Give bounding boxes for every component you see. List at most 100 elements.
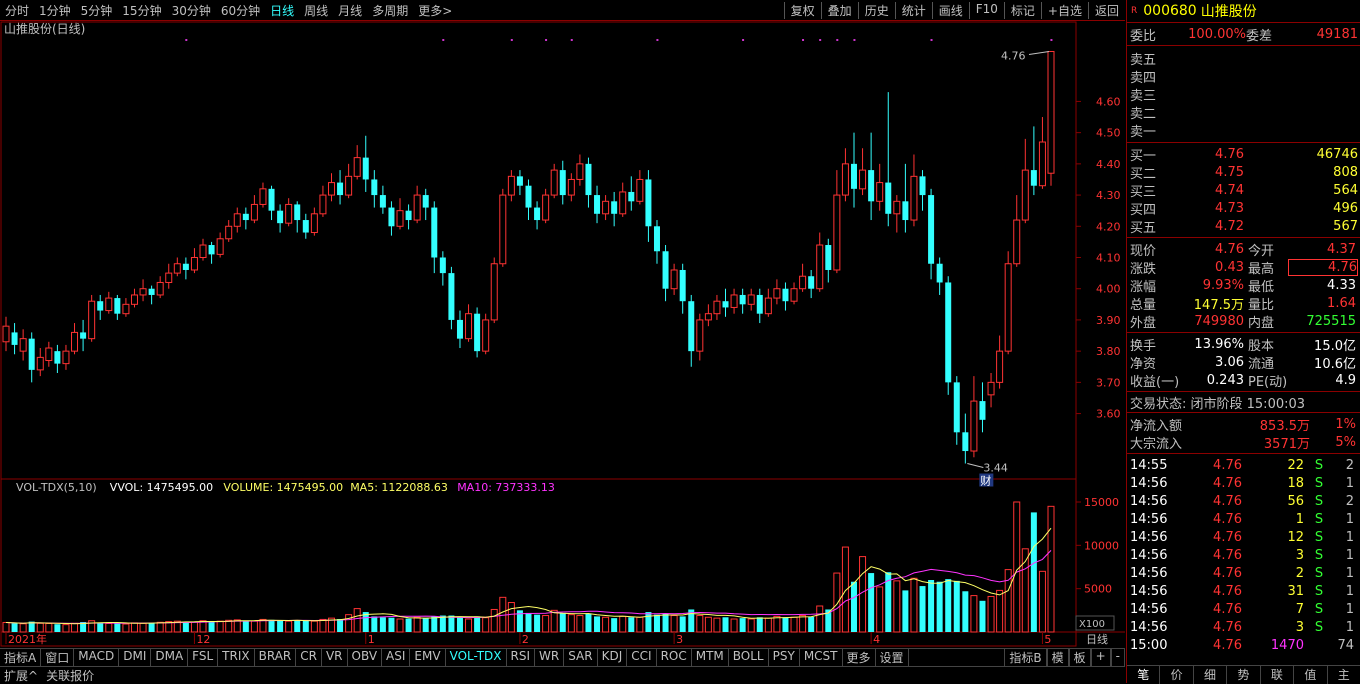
period-tab[interactable]: 月线: [333, 2, 367, 19]
indicator-right-button[interactable]: +: [1090, 649, 1111, 666]
period-tab[interactable]: 1分钟: [34, 2, 76, 19]
candle-body: [302, 220, 309, 233]
tick-price: 4.76: [1213, 457, 1242, 473]
price-tick-label: 3.90: [1096, 314, 1121, 327]
panel-tab[interactable]: 价: [1160, 666, 1194, 684]
tool-button[interactable]: 叠加: [820, 1, 858, 19]
stat-label: 外盘: [1130, 315, 1157, 331]
period-toolbar: 分时 1分钟 5分钟 15分钟 30分钟 60分钟 日线 周线 月线 多周期 更多> 复权 叠加 历史统…: [0, 0, 1125, 21]
netflow-row: 净流入额 853.5万 1%: [1127, 415, 1360, 434]
indicator-tab[interactable]: CCI: [627, 649, 657, 666]
tick-side: S: [1314, 547, 1324, 563]
volume-tick-label: 15000: [1084, 496, 1119, 509]
indicator-tab[interactable]: ASI: [382, 649, 411, 666]
kline-chart[interactable]: 山推股份(日线) 4.60 4.50 4.40 4.30 4.20 4.10 4.00 3.90…: [0, 21, 1125, 649]
indicator-tab[interactable]: MCST: [800, 649, 843, 666]
price-tick-label: 4.20: [1096, 220, 1121, 233]
period-tab[interactable]: 分时: [0, 2, 34, 19]
event-dot: [802, 39, 805, 41]
candle-body: [379, 195, 386, 208]
stat-value: 725515: [1306, 313, 1356, 329]
chart-frame: [0, 21, 1077, 647]
buy-level-price: 4.72: [1215, 218, 1244, 234]
tool-button[interactable]: 复权: [783, 1, 821, 19]
related-quote-button[interactable]: 关联报价: [42, 667, 98, 684]
tool-button[interactable]: 统计: [894, 1, 932, 19]
volume-unit-label: X100: [1079, 619, 1105, 630]
indicator-tab[interactable]: DMI: [119, 649, 152, 666]
panel-tab[interactable]: 联: [1261, 666, 1295, 684]
tool-button[interactable]: 画线: [931, 1, 969, 19]
tick-side: S: [1314, 493, 1324, 509]
candle-body: [722, 301, 729, 308]
indicator-tab[interactable]: EMV: [410, 649, 446, 666]
panel-tab[interactable]: 细: [1194, 666, 1228, 684]
indicator-tab[interactable]: VOL-TDX: [446, 649, 507, 666]
indicator-tab[interactable]: CR: [296, 649, 322, 666]
buy-level-row: 买五 4.72 567: [1127, 217, 1360, 236]
fund-label: 换手: [1130, 338, 1157, 354]
indicator-tab[interactable]: WR: [535, 649, 565, 666]
tool-button[interactable]: 标记: [1003, 1, 1041, 19]
candle-body: [893, 200, 901, 215]
tool-button[interactable]: 历史: [857, 1, 895, 19]
candle-body: [764, 297, 772, 315]
candle-body: [979, 401, 986, 420]
indicator-tab[interactable]: MACD: [74, 649, 120, 666]
candle-body: [405, 210, 412, 221]
period-tab[interactable]: 多周期: [367, 2, 413, 19]
chart-title: 山推股份(日线): [4, 22, 85, 36]
tool-button[interactable]: F10: [968, 1, 1004, 19]
indicator-tab[interactable]: 指标A: [0, 649, 42, 666]
indicator-tab[interactable]: BRAR: [255, 649, 297, 666]
indicator-tab[interactable]: 更多: [843, 649, 876, 666]
indicator-tab[interactable]: PSY: [769, 649, 800, 666]
kline-chart-area[interactable]: 山推股份(日线) 4.60 4.50 4.40 4.30 4.20 4.10 4.00 3.90…: [0, 21, 1125, 649]
panel-tab[interactable]: 势: [1227, 666, 1261, 684]
period-tab[interactable]: 30分钟: [167, 2, 216, 19]
indicator-tab[interactable]: SAR: [564, 649, 598, 666]
indicator-tab[interactable]: DMA: [151, 649, 189, 666]
indicator-tab[interactable]: TRIX: [218, 649, 255, 666]
indicator-right-button[interactable]: 板: [1068, 649, 1091, 666]
indicator-tab[interactable]: FSL: [188, 649, 219, 666]
indicator-tab[interactable]: VR: [322, 649, 348, 666]
indicator-tab[interactable]: RSI: [507, 649, 536, 666]
period-tab[interactable]: 15分钟: [117, 2, 166, 19]
indicator-tab[interactable]: ROC: [657, 649, 692, 666]
volume-bar: [448, 615, 455, 632]
volume-bar: [11, 623, 18, 632]
tick-volume: 56: [1287, 493, 1304, 509]
panel-tab[interactable]: 笔: [1127, 666, 1161, 684]
tool-button[interactable]: 返回: [1087, 1, 1125, 19]
indicator-tab[interactable]: KDJ: [598, 649, 628, 666]
tick-volume: 2: [1295, 565, 1304, 581]
panel-tab[interactable]: 主: [1328, 666, 1360, 684]
period-tab[interactable]: 周线: [299, 2, 333, 19]
period-tab[interactable]: 更多>: [413, 2, 457, 19]
indicator-tab[interactable]: OBV: [348, 649, 383, 666]
indicator-tab[interactable]: 窗口: [41, 649, 75, 666]
tick-price: 4.76: [1213, 565, 1242, 581]
candle-body: [388, 207, 395, 227]
candle-body: [190, 257, 198, 271]
volume-bar: [294, 620, 301, 632]
tool-button[interactable]: +自选: [1040, 1, 1088, 19]
period-tab[interactable]: 日线: [265, 2, 299, 19]
expand-button[interactable]: 扩展^: [0, 667, 42, 684]
indicator-right-button[interactable]: 模: [1046, 649, 1069, 666]
volume-bar: [902, 590, 909, 632]
indicator-tab[interactable]: MTM: [692, 649, 729, 666]
indicator-right-button[interactable]: 指标B: [1004, 649, 1047, 666]
panel-tab[interactable]: 值: [1294, 666, 1328, 684]
buy-level-label: 买五: [1130, 220, 1157, 236]
candle-body: [619, 191, 627, 215]
indicator-tab[interactable]: BOLL: [729, 649, 769, 666]
volume-bar: [773, 615, 781, 633]
indicator-right-button[interactable]: -: [1110, 649, 1125, 666]
candle-body: [611, 201, 618, 214]
period-tab[interactable]: 5分钟: [76, 2, 118, 19]
sell-level-row: 卖三: [1127, 85, 1360, 104]
period-tab[interactable]: 60分钟: [216, 2, 265, 19]
indicator-tab[interactable]: 设置: [876, 649, 909, 666]
